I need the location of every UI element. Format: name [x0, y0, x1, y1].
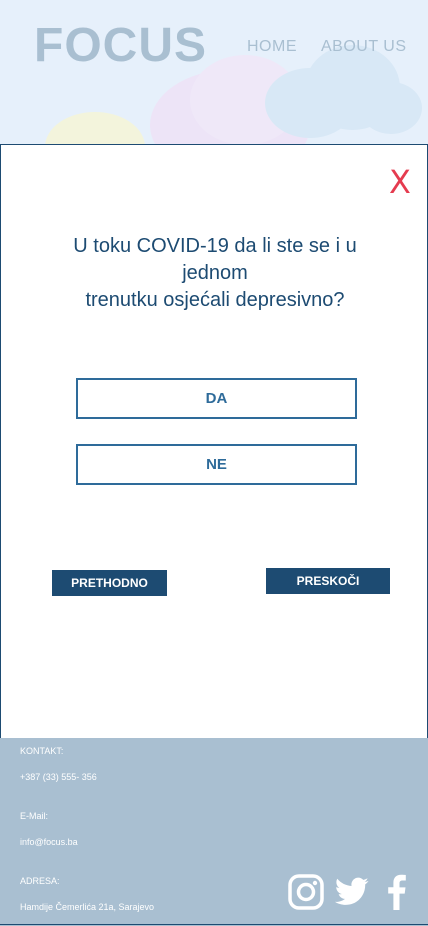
email-label: E-Mail:: [20, 811, 49, 821]
answer-no-button[interactable]: NE: [76, 444, 357, 485]
facebook-icon[interactable]: [384, 874, 408, 910]
instagram-icon[interactable]: [288, 874, 324, 910]
email-link[interactable]: info@focus.ba: [20, 837, 78, 847]
logo[interactable]: FOCUS: [34, 18, 207, 73]
question-modal: X U toku COVID-19 da li ste se i u jedno…: [0, 144, 428, 739]
question-line-1: U toku COVID-19 da li ste se i u: [73, 235, 357, 257]
decorative-cloud: [360, 82, 422, 134]
header: FOCUS HOME ABOUT US: [0, 0, 428, 145]
phone-number[interactable]: +387 (33) 555- 356: [20, 772, 97, 782]
close-icon[interactable]: X: [385, 165, 415, 199]
footer: KONTAKT: +387 (33) 555- 356 E-Mail: info…: [0, 738, 428, 926]
footer-bottom-divider: [0, 924, 428, 925]
decorative-cloud: [45, 112, 145, 145]
nav-home[interactable]: HOME: [247, 38, 297, 56]
question-line-2: jednom: [182, 262, 248, 284]
question-text: U toku COVID-19 da li ste se i u jednom …: [41, 233, 389, 314]
answer-yes-button[interactable]: DA: [76, 378, 357, 419]
nav-about-us[interactable]: ABOUT US: [321, 38, 407, 56]
question-line-3: trenutku osjećali depresivno?: [85, 289, 345, 311]
address-label: ADRESA:: [20, 876, 60, 886]
twitter-icon[interactable]: [332, 874, 372, 910]
address-text: Hamdije Čemerlića 21a, Sarajevo: [20, 902, 155, 912]
skip-button[interactable]: PRESKOČI: [266, 568, 390, 594]
contact-label: KONTAKT:: [20, 746, 64, 756]
previous-button[interactable]: PRETHODNO: [52, 570, 167, 596]
